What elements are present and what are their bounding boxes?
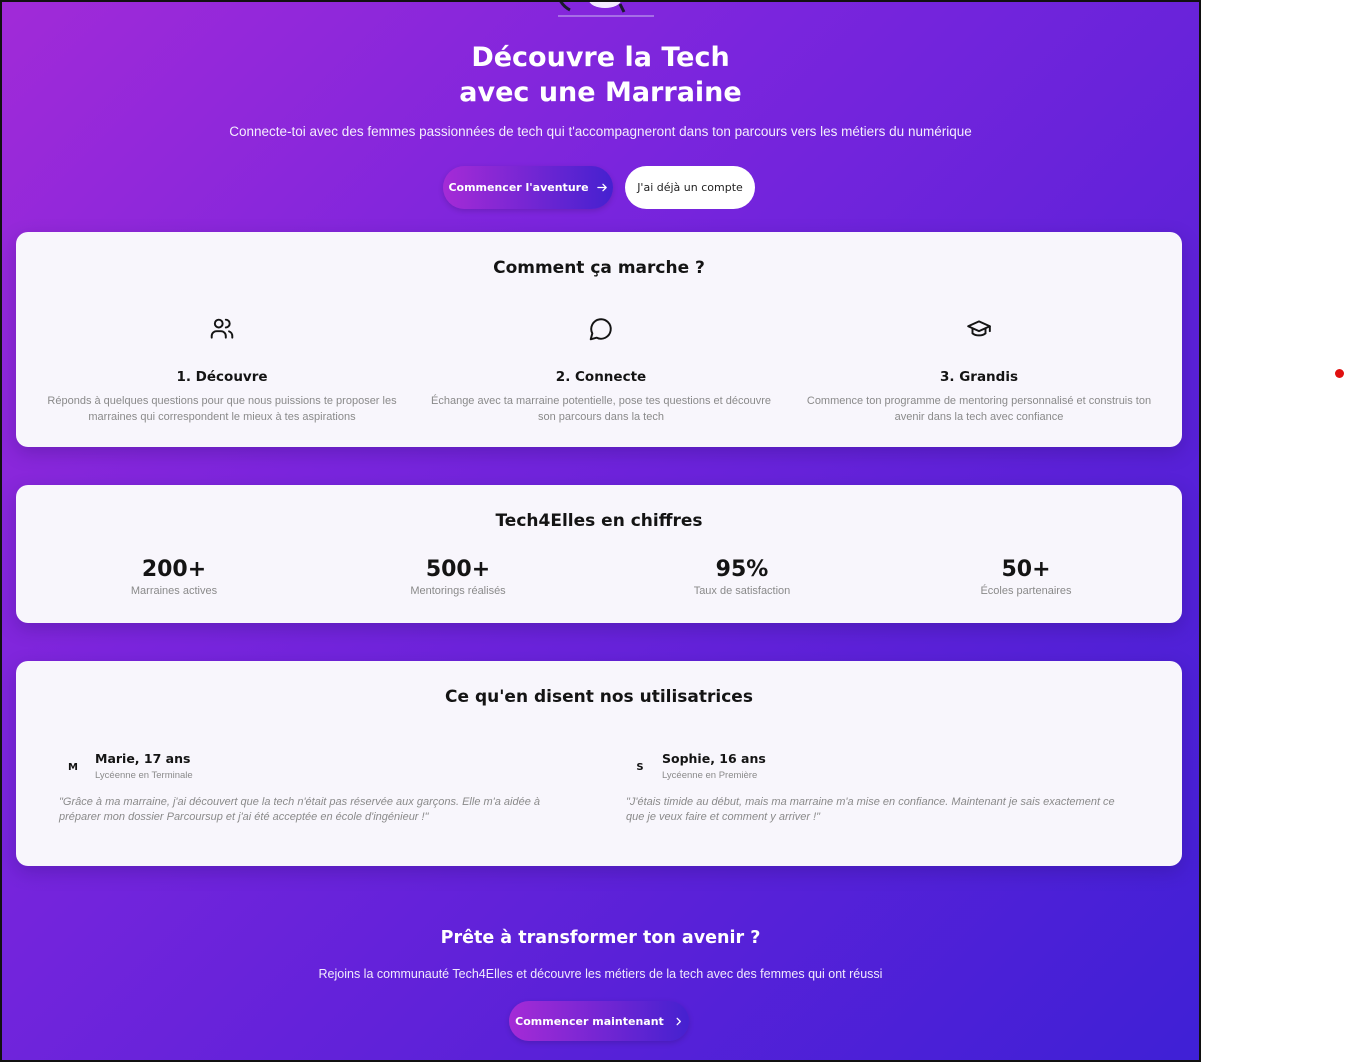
step-description: Échange avec ta marraine potentielle, po… <box>431 395 771 423</box>
existing-account-label: J'ai déjà un compte <box>637 181 743 194</box>
step-discover: 1. Découvre Réponds à quelques questions… <box>32 316 412 425</box>
stat-label: Taux de satisfaction <box>693 585 791 597</box>
cta-title: Prête à transformer ton avenir ? <box>440 928 761 948</box>
step-description: Commence ton programme de mentoring pers… <box>806 395 1152 423</box>
avatar: M <box>68 761 78 773</box>
stat-label: Mentorings réalisés <box>410 585 506 597</box>
stats-card: Tech4Elles en chiffres 200+ Marraines ac… <box>16 485 1182 623</box>
existing-account-button[interactable]: J'ai déjà un compte <box>625 166 755 209</box>
testimonial-name: Marie, 17 ans <box>95 751 191 766</box>
testimonial-role: Lycéenne en Terminale <box>95 770 193 781</box>
stat-item: 200+ Marraines actives <box>49 557 299 597</box>
stat-value: 200+ <box>141 557 207 582</box>
step-title: 2. Connecte <box>555 369 647 385</box>
how-it-works-card: Comment ça marche ? 1. Découvre Réponds … <box>16 232 1182 447</box>
stat-item: 95% Taux de satisfaction <box>617 557 867 597</box>
start-now-button[interactable]: Commencer maintenant <box>509 1001 689 1041</box>
graduation-cap-icon <box>967 320 991 337</box>
cta-subtitle: Rejoins la communauté Tech4Elles et déco… <box>318 967 883 981</box>
step-title: 3. Grandis <box>939 369 1018 385</box>
step-title: 1. Découvre <box>176 369 268 385</box>
step-grow: 3. Grandis Commence ton programme de men… <box>789 316 1169 425</box>
stat-value: 500+ <box>425 557 491 582</box>
stat-item: 500+ Mentorings réalisés <box>333 557 583 597</box>
how-it-works-title: Comment ça marche ? <box>493 258 705 278</box>
hero-title: Découvre la Tech avec une Marraine <box>2 40 1199 110</box>
stats-title: Tech4Elles en chiffres <box>495 511 703 531</box>
step-connect: 2. Connecte Échange avec ta marraine pot… <box>411 316 791 425</box>
stat-label: Marraines actives <box>130 585 218 597</box>
testimonial-quote: "Grâce à ma marraine, j'ai découvert que… <box>59 796 541 823</box>
testimonial-name: Sophie, 16 ans <box>662 751 766 766</box>
mascot-illustration <box>558 2 654 17</box>
status-dot <box>1335 369 1344 378</box>
step-description: Réponds à quelques questions pour que no… <box>47 395 397 423</box>
avatar: S <box>636 761 644 773</box>
chat-bubble-icon <box>589 318 612 341</box>
users-icon <box>210 318 234 339</box>
testimonials-card: Ce qu'en disent nos utilisatrices M Mari… <box>16 661 1182 866</box>
start-adventure-label: Commencer l'aventure <box>448 181 589 194</box>
chevron-right-icon <box>676 1017 681 1025</box>
stat-value: 95% <box>715 557 769 582</box>
start-adventure-button[interactable]: Commencer l'aventure <box>443 166 613 209</box>
arrow-right-icon <box>596 183 607 192</box>
testimonial-role: Lycéenne en Première <box>662 770 758 781</box>
stat-item: 50+ Écoles partenaires <box>901 557 1151 597</box>
testimonial-quote: "J'étais timide au début, mais ma marrai… <box>626 796 1115 823</box>
landing-page: Découvre la Tech avec une Marraine Conne… <box>0 0 1201 1062</box>
hero-subtitle: Connecte-toi avec des femmes passionnées… <box>229 124 972 139</box>
stat-label: Écoles partenaires <box>980 585 1072 597</box>
start-now-label: Commencer maintenant <box>515 1014 664 1028</box>
testimonials-title: Ce qu'en disent nos utilisatrices <box>445 687 753 707</box>
stat-value: 50+ <box>1001 557 1051 582</box>
hero-title-line1: Découvre la Tech <box>471 42 730 73</box>
hero-title-line2: avec une Marraine <box>459 77 742 108</box>
